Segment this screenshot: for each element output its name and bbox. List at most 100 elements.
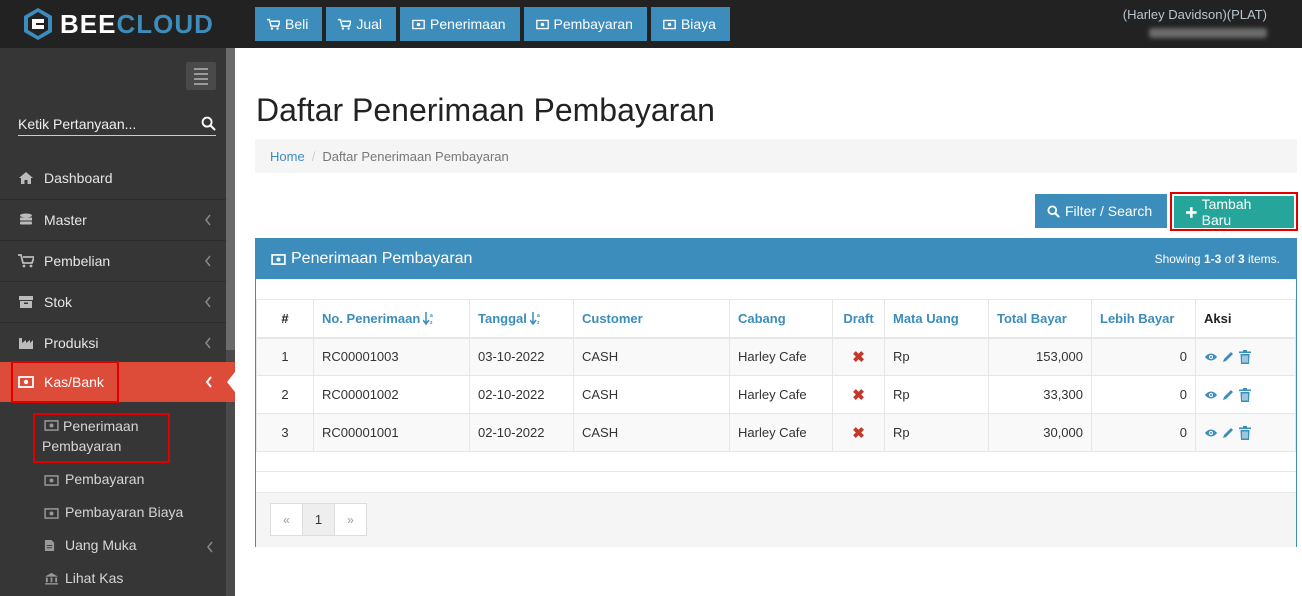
money-icon	[535, 19, 549, 29]
col-header-currency[interactable]: Mata Uang	[884, 299, 989, 339]
add-new-label: Tambah Baru	[1201, 196, 1252, 228]
eye-icon[interactable]	[1204, 426, 1218, 440]
sidebar-subitem-pembayaran-biaya[interactable]: Pembayaran Biaya	[44, 504, 183, 520]
table-row: 3 RC00001001 02-10-2022 CASH Harley Cafe…	[256, 413, 1296, 452]
add-new-button[interactable]: Tambah Baru	[1174, 196, 1294, 228]
sidebar-toggle-button[interactable]	[186, 62, 216, 90]
pagination-page-1[interactable]: 1	[302, 503, 335, 536]
sidebar-item-master[interactable]: Master	[0, 199, 226, 239]
sidebar-item-label: Stok	[44, 293, 73, 310]
panel-header: Penerimaan Pembayaran Showing 1-3 of 3 i…	[256, 239, 1296, 279]
breadcrumb-home-link[interactable]: Home	[270, 149, 305, 164]
cell-total: 30,000	[988, 413, 1092, 452]
cell-overpayment: 0	[1091, 337, 1196, 376]
sidebar-scrollbar-thumb[interactable]	[226, 48, 235, 350]
sidebar-subitem-lihat-kas[interactable]: Lihat Kas	[44, 570, 123, 586]
sidebar-item-label: Dashboard	[44, 170, 113, 186]
pencil-icon[interactable]	[1221, 388, 1235, 402]
brand-logo[interactable]: BEECLOUD	[0, 0, 235, 48]
sidebar-item-label: Produksi	[44, 334, 99, 351]
panel-title: Penerimaan Pembayaran	[271, 250, 472, 268]
user-email-redacted	[1149, 28, 1267, 38]
money-icon	[18, 376, 34, 388]
chevron-left-icon	[205, 255, 211, 267]
summary-total: 3	[1237, 252, 1245, 266]
panel-footer: « 1 »	[256, 492, 1296, 547]
svg-text:z: z	[430, 320, 433, 325]
breadcrumb-separator: /	[311, 148, 316, 164]
col-header-draft[interactable]: Draft	[832, 299, 885, 339]
col-header-date[interactable]: Tanggal a z	[469, 299, 574, 339]
pagination-prev-button[interactable]: «	[270, 503, 303, 536]
sidebar-item-stok[interactable]: Stok	[0, 281, 226, 321]
industry-icon	[19, 337, 33, 349]
plus-icon	[1186, 206, 1197, 218]
filter-search-label: Filter / Search	[1065, 203, 1153, 219]
quick-nav-beli-button[interactable]: Beli	[255, 7, 323, 41]
row-actions	[1204, 349, 1287, 364]
sidebar-subitem-label: Pembayaran	[65, 471, 145, 487]
archive-icon	[19, 295, 33, 308]
sidebar-item-label: Master	[44, 211, 87, 228]
trash-icon[interactable]	[1238, 349, 1252, 364]
draft-false-icon: ✖	[852, 386, 865, 404]
col-header-overpayment[interactable]: Lebih Bayar	[1091, 299, 1196, 339]
eye-icon[interactable]	[1204, 350, 1218, 364]
brand-name-part1: BEE	[60, 8, 117, 39]
cell-overpayment: 0	[1091, 413, 1196, 452]
eye-icon[interactable]	[1204, 388, 1218, 402]
bank-icon	[45, 572, 58, 585]
sidebar-item-label: Pembelian	[44, 252, 111, 269]
draft-false-icon: ✖	[852, 424, 865, 442]
table-row: 1 RC00001003 03-10-2022 CASH Harley Cafe…	[256, 337, 1296, 376]
chevron-left-icon	[205, 296, 211, 308]
sidebar-item-produksi[interactable]: Produksi	[0, 322, 226, 362]
quick-nav-pembayaran-button[interactable]: Pembayaran	[523, 7, 647, 41]
summary-range: 1-3	[1203, 252, 1222, 266]
sidebar-subitem-penerimaan-pembayaran[interactable]: Penerimaan Pembayaran	[42, 416, 139, 456]
sidebar-subitem-pembayaran[interactable]: Pembayaran	[44, 471, 144, 487]
col-header-date-label: Tanggal	[478, 310, 527, 326]
col-header-branch[interactable]: Cabang	[729, 299, 833, 339]
sidebar-item-dashboard[interactable]: Dashboard	[0, 158, 226, 198]
search-icon[interactable]	[201, 116, 216, 131]
quick-nav-penerimaan-button[interactable]: Penerimaan	[400, 7, 520, 41]
sidebar-item-label: Kas/Bank	[44, 374, 104, 390]
svg-text:a: a	[430, 313, 433, 319]
cell-customer: CASH	[573, 413, 730, 452]
quick-nav-jual-button[interactable]: Jual	[326, 7, 397, 41]
sidebar-item-pembelian[interactable]: Pembelian	[0, 240, 226, 280]
summary-mid: of	[1221, 252, 1238, 266]
cell-index: 3	[256, 413, 314, 452]
quick-nav-penerimaan-label: Penerimaan	[430, 16, 506, 32]
money-icon	[44, 475, 59, 486]
top-navbar: BEECLOUD Beli Jual Penerimaan Pembayaran…	[0, 0, 1302, 48]
chevron-left-icon	[205, 214, 211, 226]
cell-currency: Rp	[884, 413, 989, 452]
cell-branch: Harley Cafe	[729, 337, 833, 376]
col-header-total[interactable]: Total Bayar	[988, 299, 1092, 339]
sidebar-search-input[interactable]: Ketik Pertanyaan...	[18, 112, 216, 136]
pencil-icon[interactable]	[1221, 350, 1235, 364]
quick-nav-biaya-button[interactable]: Biaya	[650, 7, 730, 41]
pagination: « 1 »	[270, 503, 367, 536]
sidebar-search-placeholder: Ketik Pertanyaan...	[18, 115, 137, 132]
quick-nav-jual-label: Jual	[356, 16, 383, 32]
user-menu[interactable]: (Harley Davidson)(PLAT)	[1123, 7, 1267, 38]
table-bottom-divider	[256, 471, 1296, 472]
breadcrumb-current: Daftar Penerimaan Pembayaran	[322, 148, 509, 164]
cell-index: 1	[256, 337, 314, 376]
sidebar-subitem-label: Pembayaran Biaya	[65, 504, 184, 520]
chevron-left-icon	[207, 541, 213, 553]
col-header-customer[interactable]: Customer	[573, 299, 730, 339]
trash-icon[interactable]	[1238, 387, 1252, 402]
pencil-icon[interactable]	[1221, 426, 1235, 440]
pagination-next-button[interactable]: »	[334, 503, 367, 536]
sidebar-subitem-uang-muka[interactable]: Uang Muka	[44, 537, 213, 553]
cell-overpayment: 0	[1091, 375, 1196, 414]
col-header-number[interactable]: No. Penerimaan a z	[313, 299, 470, 339]
filter-search-button[interactable]: Filter / Search	[1035, 194, 1167, 228]
row-actions	[1204, 425, 1287, 440]
sidebar-item-kas-bank[interactable]: Kas/Bank	[0, 362, 235, 402]
trash-icon[interactable]	[1238, 425, 1252, 440]
